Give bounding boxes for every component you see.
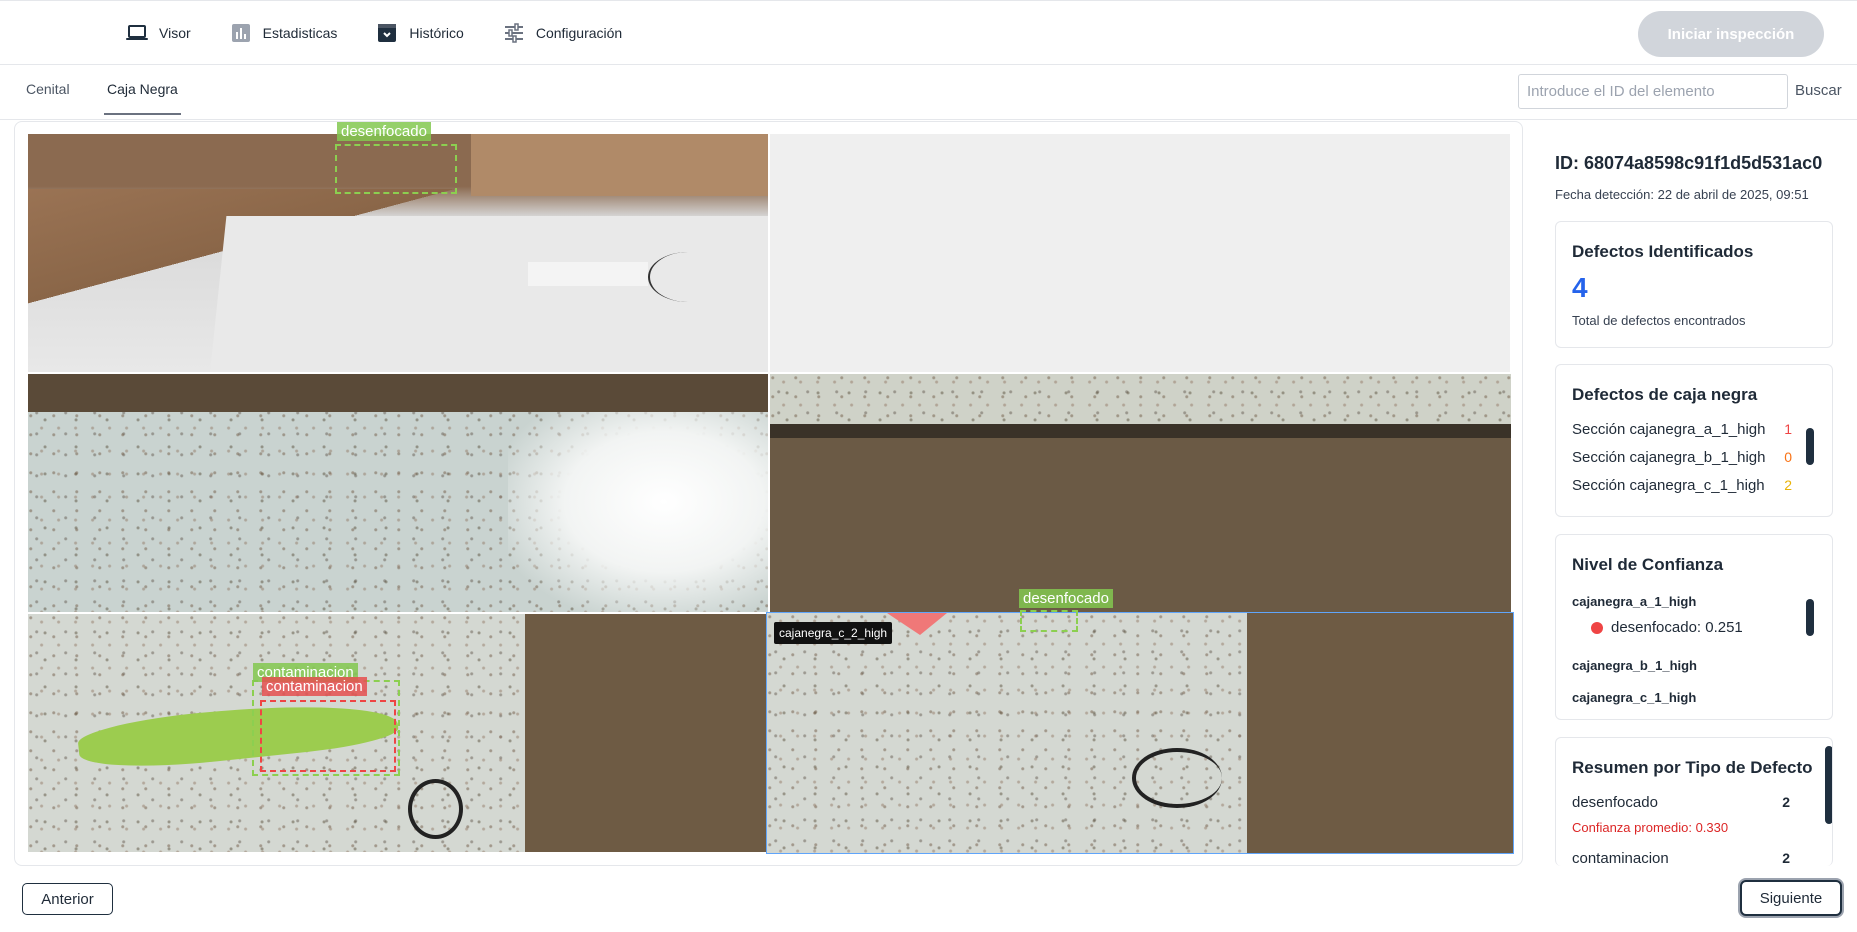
section-row-a: Sección cajanegra_a_1_high 1 bbox=[1572, 421, 1792, 438]
black-box-scrollbar[interactable] bbox=[1806, 428, 1814, 465]
section-label-c: Sección cajanegra_c_1_high bbox=[1572, 477, 1765, 494]
summary-card: Resumen por Tipo de Defecto desenfocado … bbox=[1555, 737, 1833, 866]
label-contaminacion-red: contaminacion bbox=[262, 677, 367, 696]
detail-sidebar: ID: 68074a8598c91f1d5d531ac0 Fecha detec… bbox=[1555, 121, 1835, 866]
summary-scrollbar[interactable] bbox=[1825, 746, 1832, 824]
bbox-contaminacion-red bbox=[260, 700, 396, 772]
nav-label-configuracion: Configuración bbox=[535, 25, 623, 41]
image-viewer-panel: desenfocado contaminacion contaminacion … bbox=[14, 121, 1523, 866]
black-box-title: Defectos de caja negra bbox=[1572, 385, 1758, 404]
nav-label-visor: Visor bbox=[159, 25, 191, 41]
label-desenfocado-top: desenfocado bbox=[337, 122, 431, 141]
summary-type-contaminacion: contaminacion bbox=[1572, 850, 1669, 866]
section-value-b: 0 bbox=[1784, 449, 1792, 465]
summary-title: Resumen por Tipo de Defecto bbox=[1572, 758, 1813, 777]
section-row-c: Sección cajanegra_c_1_high 2 bbox=[1572, 477, 1792, 494]
previous-button[interactable]: Anterior bbox=[22, 883, 113, 915]
summary-count-contaminacion: 2 bbox=[1782, 850, 1790, 866]
nav-item-historico[interactable]: Histórico bbox=[375, 21, 464, 45]
summary-row-contaminacion: contaminacion 2 bbox=[1572, 850, 1790, 866]
summary-type-desenfocado: desenfocado bbox=[1572, 794, 1658, 811]
element-id-search-input[interactable] bbox=[1518, 74, 1788, 109]
sliders-icon bbox=[504, 23, 523, 43]
start-inspection-button[interactable]: Iniciar inspección bbox=[1638, 11, 1824, 57]
confidence-item-a-text: desenfocado: 0.251 bbox=[1611, 619, 1743, 636]
summary-count-desenfocado: 2 bbox=[1782, 794, 1790, 810]
confidence-item-a: desenfocado: 0.251 bbox=[1591, 619, 1743, 636]
bar-chart-icon bbox=[231, 24, 250, 42]
label-desenfocado-bottom: desenfocado bbox=[1019, 589, 1113, 608]
defects-identified-card: Defectos Identificados 4 Total de defect… bbox=[1555, 221, 1833, 348]
camera-image-c2-selected[interactable] bbox=[766, 612, 1514, 854]
camera-image-empty bbox=[770, 134, 1510, 372]
nav-label-historico: Histórico bbox=[409, 25, 464, 41]
nav-label-estadisticas: Estadisticas bbox=[262, 25, 338, 41]
section-label-a: Sección cajanegra_a_1_high bbox=[1572, 421, 1766, 438]
tab-cenital[interactable]: Cenital bbox=[26, 81, 70, 113]
nav-item-estadisticas[interactable]: Estadisticas bbox=[229, 21, 338, 45]
section-label-b: Sección cajanegra_b_1_high bbox=[1572, 449, 1766, 466]
summary-avg-desenfocado: Confianza promedio: 0.330 bbox=[1572, 820, 1729, 835]
section-value-c: 2 bbox=[1784, 477, 1792, 493]
search-button[interactable]: Buscar bbox=[1795, 82, 1842, 99]
nav-item-configuracion[interactable]: Configuración bbox=[502, 21, 622, 45]
archive-icon bbox=[378, 24, 397, 42]
section-value-a: 1 bbox=[1784, 421, 1792, 437]
defects-count: 4 bbox=[1572, 272, 1588, 303]
next-button[interactable]: Siguiente bbox=[1740, 880, 1842, 916]
confidence-group-a: cajanegra_a_1_high bbox=[1572, 594, 1697, 609]
tab-caja-negra[interactable]: Caja Negra bbox=[104, 81, 181, 115]
defects-caption: Total de defectos encontrados bbox=[1572, 313, 1746, 328]
confidence-card: Nivel de Confianza cajanegra_a_1_high de… bbox=[1555, 534, 1833, 720]
element-id: ID: 68074a8598c91f1d5d531ac0 bbox=[1555, 153, 1823, 173]
camera-image-b1[interactable] bbox=[28, 374, 768, 612]
top-navbar: Visor Estadisticas Histórico Configuraci… bbox=[0, 0, 1857, 65]
confidence-scrollbar[interactable] bbox=[1806, 599, 1814, 636]
sub-tabs-bar: Cenital Caja Negra Buscar bbox=[0, 65, 1857, 120]
nav-item-visor[interactable]: Visor bbox=[125, 21, 191, 45]
detection-date: Fecha detección: 22 de abril de 2025, 09… bbox=[1555, 187, 1809, 202]
confidence-group-b: cajanegra_b_1_high bbox=[1572, 658, 1697, 673]
camera-image-b2[interactable] bbox=[770, 374, 1511, 612]
summary-row-desenfocado: desenfocado 2 bbox=[1572, 794, 1790, 811]
defects-identified-title: Defectos Identificados bbox=[1572, 242, 1754, 261]
red-dot-icon bbox=[1591, 621, 1603, 634]
confidence-group-c: cajanegra_c_1_high bbox=[1572, 690, 1697, 705]
section-row-b: Sección cajanegra_b_1_high 0 bbox=[1572, 449, 1792, 466]
bbox-desenfocado-top bbox=[335, 144, 457, 194]
main-nav: Visor Estadisticas Histórico Configuraci… bbox=[125, 21, 622, 45]
laptop-icon bbox=[126, 25, 148, 40]
black-box-defects-card: Defectos de caja negra Sección cajanegra… bbox=[1555, 364, 1833, 517]
confidence-title: Nivel de Confianza bbox=[1572, 555, 1724, 574]
bbox-desenfocado-bottom bbox=[1020, 610, 1078, 632]
selected-image-tag: cajanegra_c_2_high bbox=[774, 622, 893, 644]
